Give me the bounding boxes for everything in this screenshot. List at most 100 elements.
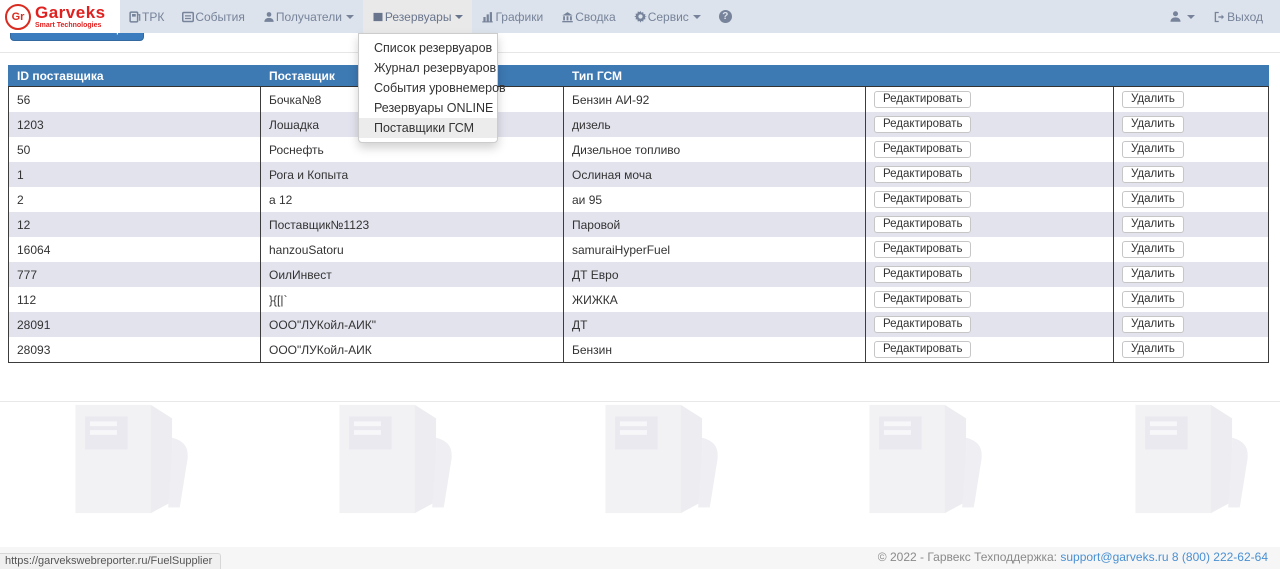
delete-button[interactable]: Удалить — [1122, 216, 1184, 233]
table-row: 56 Бочка№8 Бензин АИ-92 Редактировать Уд… — [9, 87, 1269, 113]
bar-chart-icon — [481, 11, 494, 23]
table-row: 12 Поставщик№1123 Паровой Редактировать … — [9, 212, 1269, 237]
edit-button[interactable]: Редактировать — [874, 91, 971, 108]
edit-button[interactable]: Редактировать — [874, 266, 971, 283]
suppliers-table: ID поставщика Поставщик Тип ГСМ 56 Бочка… — [8, 65, 1269, 363]
table-row: 50 Роснефть Дизельное топливо Редактиров… — [9, 137, 1269, 162]
edit-button[interactable]: Редактировать — [874, 116, 971, 133]
brand-logo[interactable]: Gr Garveks Smart Technologies — [0, 0, 120, 33]
header-delete — [1114, 66, 1269, 87]
header-supplier-id: ID поставщика — [9, 66, 261, 87]
building-icon — [561, 11, 574, 23]
edit-button[interactable]: Редактировать — [874, 341, 971, 358]
fuel-type-cell: samuraiHyperFuel — [564, 237, 866, 262]
fuel-type-cell: ДТ — [564, 312, 866, 337]
brand-circle-icon: Gr — [5, 4, 31, 30]
sign-out-icon — [1213, 11, 1226, 23]
tank-icon — [372, 11, 384, 23]
supplier-cell: ОилИнвест — [261, 262, 564, 287]
navbar: Gr Garveks Smart Technologies ТРК Событи… — [0, 0, 1280, 33]
dispenser-icon — [129, 11, 141, 23]
supplier-id-cell: 1 — [9, 162, 261, 187]
delete-button[interactable]: Удалить — [1122, 166, 1184, 183]
delete-button[interactable]: Удалить — [1122, 241, 1184, 258]
dropdown-item-level-gauge-events[interactable]: События уровнемеров — [359, 78, 497, 98]
chevron-down-icon — [346, 15, 354, 19]
nav-item-events[interactable]: События — [173, 0, 254, 33]
nav-item-service[interactable]: Сервис — [625, 0, 710, 33]
fuel-type-cell: Паровой — [564, 212, 866, 237]
user-icon — [263, 11, 275, 23]
divider — [0, 401, 1280, 402]
supplier-cell: ООО"ЛУКойл-АИК — [261, 337, 564, 363]
fuel-type-cell: Бензин АИ-92 — [564, 87, 866, 113]
navbar-right: Выход — [1160, 0, 1280, 33]
supplier-cell: ООО"ЛУКойл-АИК" — [261, 312, 564, 337]
table-row: 112 }{[|` ЖИЖКА Редактировать Удалить — [9, 287, 1269, 312]
table-header-row: ID поставщика Поставщик Тип ГСМ — [9, 66, 1269, 87]
nav-label: Резервуары — [385, 10, 452, 24]
nav-label: Сводка — [575, 10, 616, 24]
fuel-pump-watermark — [322, 397, 467, 523]
edit-button[interactable]: Редактировать — [874, 166, 971, 183]
list-icon — [182, 11, 194, 23]
nav-item-recipients[interactable]: Получатели — [254, 0, 363, 33]
nav-label: Сервис — [648, 10, 689, 24]
dropdown-item-tank-list[interactable]: Список резервуаров — [359, 38, 497, 58]
chevron-down-icon — [693, 15, 701, 19]
fuel-type-cell: Дизельное топливо — [564, 137, 866, 162]
delete-button[interactable]: Удалить — [1122, 266, 1184, 283]
delete-button[interactable]: Удалить — [1122, 116, 1184, 133]
fuel-pump-watermark — [588, 397, 733, 523]
user-menu[interactable] — [1160, 0, 1204, 33]
delete-button[interactable]: Удалить — [1122, 91, 1184, 108]
copyright-text: © 2022 - Гарвекс Техподдержка: — [878, 550, 1057, 564]
nav-label: События — [195, 10, 245, 24]
delete-button[interactable]: Удалить — [1122, 341, 1184, 358]
brand-tagline: Smart Technologies — [35, 22, 106, 29]
chevron-down-icon — [1187, 15, 1195, 19]
divider — [0, 52, 1280, 53]
fuel-type-cell: аи 95 — [564, 187, 866, 212]
support-link[interactable]: support@garveks.ru 8 (800) 222-62-64 — [1060, 550, 1268, 564]
dropdown-item-tanks-online[interactable]: Резервуары ONLINE — [359, 98, 497, 118]
dropdown-item-fuel-suppliers[interactable]: Поставщики ГСМ — [359, 118, 497, 138]
fuel-type-cell: ДТ Евро — [564, 262, 866, 287]
supplier-id-cell: 112 — [9, 287, 261, 312]
supplier-id-cell: 28093 — [9, 337, 261, 363]
delete-button[interactable]: Удалить — [1122, 141, 1184, 158]
fuel-type-cell: ЖИЖКА — [564, 287, 866, 312]
header-edit — [866, 66, 1114, 87]
brand-text: Garveks Smart Technologies — [35, 4, 106, 29]
supplier-id-cell: 16064 — [9, 237, 261, 262]
nav-item-tanks[interactable]: Резервуары — [363, 0, 473, 33]
edit-button[interactable]: Редактировать — [874, 316, 971, 333]
delete-button[interactable]: Удалить — [1122, 316, 1184, 333]
edit-button[interactable]: Редактировать — [874, 291, 971, 308]
table-row: 777 ОилИнвест ДТ Евро Редактировать Удал… — [9, 262, 1269, 287]
edit-button[interactable]: Редактировать — [874, 216, 971, 233]
edit-button[interactable]: Редактировать — [874, 241, 971, 258]
nav-item-help[interactable]: ? — [710, 0, 741, 33]
table-row: 16064 hanzouSatoru samuraiHyperFuel Реда… — [9, 237, 1269, 262]
brand-name: Garveks — [35, 4, 106, 21]
table-row: 1 Рога и Копыта Ослиная моча Редактирова… — [9, 162, 1269, 187]
nav-item-summary[interactable]: Сводка — [552, 0, 625, 33]
supplier-cell: }{[|` — [261, 287, 564, 312]
main-menu: ТРК События Получатели Резервуары График… — [120, 0, 1160, 33]
delete-button[interactable]: Удалить — [1122, 191, 1184, 208]
fuel-pump-watermarks — [0, 397, 1280, 527]
nav-item-trk[interactable]: ТРК — [120, 0, 173, 33]
supplier-cell: Поставщик№1123 — [261, 212, 564, 237]
nav-item-charts[interactable]: Графики — [472, 0, 552, 33]
nav-label: Выход — [1227, 10, 1263, 24]
edit-button[interactable]: Редактировать — [874, 191, 971, 208]
edit-button[interactable]: Редактировать — [874, 141, 971, 158]
logout-button[interactable]: Выход — [1204, 0, 1272, 33]
fuel-type-cell: дизель — [564, 112, 866, 137]
question-icon: ? — [719, 10, 732, 23]
delete-button[interactable]: Удалить — [1122, 291, 1184, 308]
chevron-down-icon — [455, 15, 463, 19]
fuel-pump-watermark — [852, 397, 997, 523]
dropdown-item-tank-journal[interactable]: Журнал резервуаров — [359, 58, 497, 78]
